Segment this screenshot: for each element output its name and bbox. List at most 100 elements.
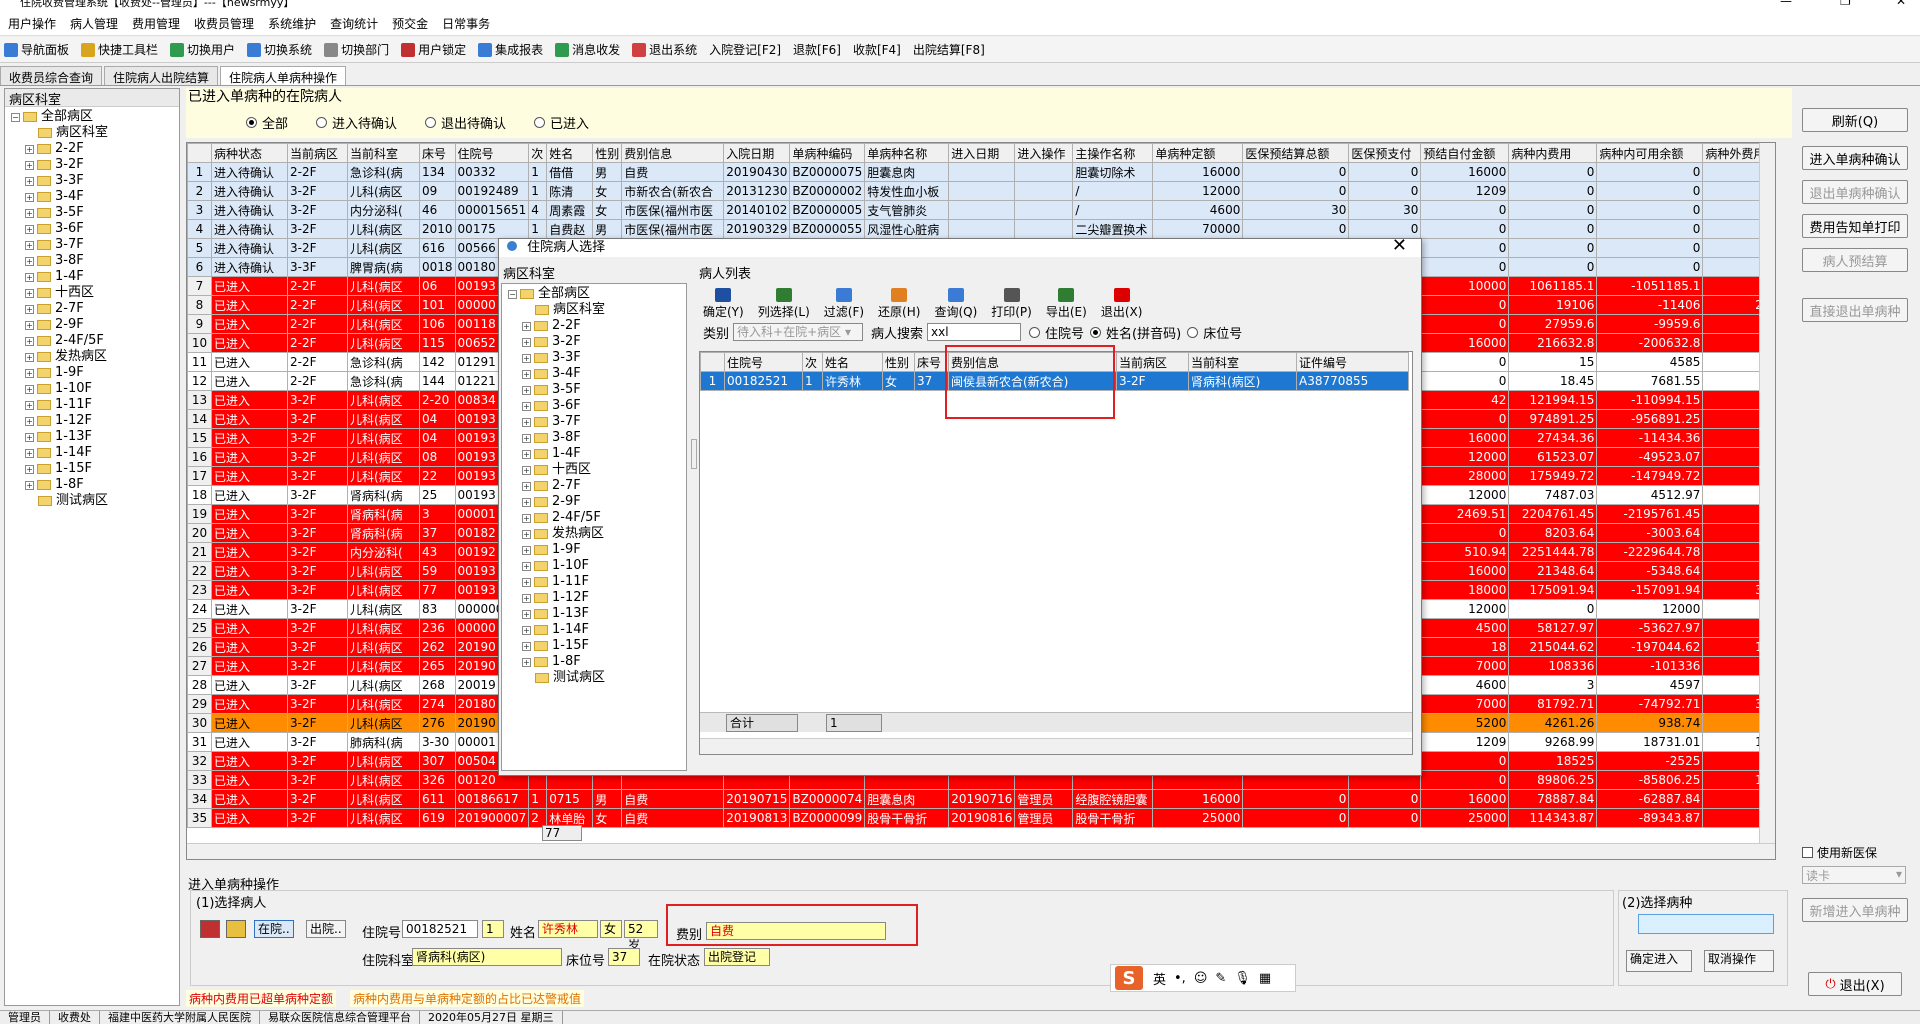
table-cell[interactable]: -3003.64 [1596,523,1704,543]
ward-tree-node[interactable]: +2-9F [11,317,179,333]
table-cell[interactable]: -157091.94 [1596,580,1704,600]
filter-radio-0[interactable]: 全部 [246,113,288,132]
dialog-tool-7[interactable]: 退出(X) [1101,288,1142,320]
ward-tree-node[interactable]: +1-14F [11,445,179,461]
table-cell[interactable] [1014,162,1074,182]
expand-icon[interactable]: + [522,593,531,603]
horizontal-scrollbar[interactable] [187,843,1775,859]
dialog-tool-3[interactable]: 还原(H) [878,288,920,320]
column-header[interactable] [187,143,212,163]
toolbar-button-4[interactable]: 切换部门 [324,41,389,58]
table-cell[interactable]: 3-2F [287,561,348,581]
table-cell[interactable]: 2-2F [287,352,348,372]
table-cell[interactable]: 20131230 [723,181,791,201]
collapse-icon[interactable]: − [11,112,20,122]
table-cell[interactable]: 3-2F [287,219,348,239]
table-cell[interactable]: 儿科(病区 [347,276,420,296]
table-cell[interactable]: -53627.97 [1596,618,1704,638]
table-cell[interactable]: 0 [1596,219,1704,239]
table-cell[interactable]: BZ0000074 [789,789,866,809]
table-cell[interactable]: 00186617 [454,789,530,809]
table-cell[interactable]: 3-2F [287,485,348,505]
table-cell[interactable]: 30 [1348,200,1422,220]
table-cell[interactable]: 3-2F [287,637,348,657]
toolbar-button-9[interactable]: 入院登记[F2] [709,41,781,58]
table-cell[interactable]: 儿科(病区 [347,238,420,258]
table-cell[interactable]: 儿科(病区 [347,770,420,790]
table-cell[interactable]: 胆囊息肉 [864,162,950,182]
table-cell[interactable]: 2-2F [287,276,348,296]
ward-tree-node[interactable]: +3-7F [11,237,179,253]
toolbar-button-10[interactable]: 退款[F6] [793,41,841,58]
table-cell[interactable]: 3-30 [419,732,456,752]
table-cell[interactable]: 00175 [454,219,530,239]
table-cell[interactable]: BZ0000005 [789,200,866,220]
toolbar-button-12[interactable]: 出院结算[F8] [913,41,985,58]
toolbar-button-6[interactable]: 集成报表 [478,41,543,58]
ward-tree-node[interactable]: +1-11F [11,397,179,413]
table-cell[interactable]: 0 [1596,162,1704,182]
expand-icon[interactable]: + [522,449,531,459]
table-cell[interactable]: 儿科(病区 [347,447,420,467]
expand-icon[interactable]: + [522,657,531,667]
table-cell[interactable]: 20190816 [948,808,1016,828]
table-cell[interactable]: 儿科(病区 [347,580,420,600]
ward-tree-node[interactable]: +2-2F [11,141,179,157]
table-cell[interactable]: 市医保(福州市医 [621,200,725,220]
column-header[interactable]: 当前科室 [1188,352,1297,372]
table-cell[interactable]: 58127.97 [1508,618,1598,638]
table-cell[interactable]: 3-2F [287,808,348,828]
table-cell[interactable]: 7000 [1420,656,1510,676]
table-cell[interactable]: 70000 [1152,219,1244,239]
table-cell[interactable]: 201900007 [454,808,530,828]
presettle-button[interactable]: 病人预结算 [1802,248,1908,272]
table-cell[interactable]: 215044.62 [1508,637,1598,657]
table-cell[interactable]: 已进入 [211,599,288,619]
table-cell[interactable]: 16000 [1420,333,1510,353]
table-cell[interactable]: 周素霞 [546,200,594,220]
radio-icon[interactable] [316,116,328,128]
dialog-ward-tree-node[interactable]: +1-8F [508,654,686,670]
table-cell[interactable]: 25000 [1152,808,1244,828]
pen-icon[interactable]: ✎ [1215,971,1226,986]
table-cell[interactable]: 28000 [1420,466,1510,486]
expand-icon[interactable]: + [25,464,34,474]
filter-radio-3[interactable]: 已进入 [534,113,589,132]
table-cell[interactable]: 儿科(病区 [347,694,420,714]
table-cell[interactable]: 18000 [1420,580,1510,600]
table-cell[interactable]: -147949.72 [1596,466,1704,486]
ward-tree-node[interactable]: +1-12F [11,413,179,429]
ward-tree-node[interactable]: +3-2F [11,157,179,173]
table-cell[interactable]: 08 [419,447,456,467]
direct-exit-button[interactable]: 直接退出单病种 [1802,298,1908,322]
table-cell[interactable]: 已进入 [211,732,288,752]
table-cell[interactable]: 已进入 [211,485,288,505]
table-cell[interactable]: 0 [1242,789,1350,809]
expand-icon[interactable]: + [522,385,531,395]
table-cell[interactable]: 儿科(病区 [347,675,420,695]
table-cell[interactable]: 肾病科(病 [347,523,420,543]
table-cell[interactable]: 83 [419,599,456,619]
table-cell[interactable]: 46 [419,200,456,220]
table-cell[interactable]: 175091.94 [1508,580,1598,600]
table-cell[interactable]: 进入待确认 [211,162,288,182]
expand-icon[interactable]: + [522,433,531,443]
add-new-button[interactable]: 新增进入单病种 [1802,898,1908,922]
table-cell[interactable]: 0 [1242,181,1350,201]
table-cell[interactable]: 男 [592,789,623,809]
table-cell[interactable]: 108336 [1508,656,1598,676]
dialog-tool-0[interactable]: 确定(Y) [703,288,744,320]
expand-icon[interactable]: + [25,384,34,394]
dialog-ward-tree-node[interactable]: +1-12F [508,590,686,606]
dialog-ward-tree-node[interactable]: +1-4F [508,446,686,462]
table-cell[interactable]: BZ0000002 [789,181,866,201]
table-cell[interactable]: 儿科(病区 [347,637,420,657]
table-cell[interactable]: 0 [1420,409,1510,429]
table-cell[interactable]: -11406 [1596,295,1704,315]
expand-icon[interactable]: + [25,208,34,218]
table-cell[interactable]: 股骨干骨折 [1072,808,1154,828]
table-cell[interactable]: 内分泌科( [347,542,420,562]
table-cell[interactable]: 3-2F [287,732,348,752]
table-cell[interactable]: 7000 [1420,694,1510,714]
expand-icon[interactable]: + [25,272,34,282]
